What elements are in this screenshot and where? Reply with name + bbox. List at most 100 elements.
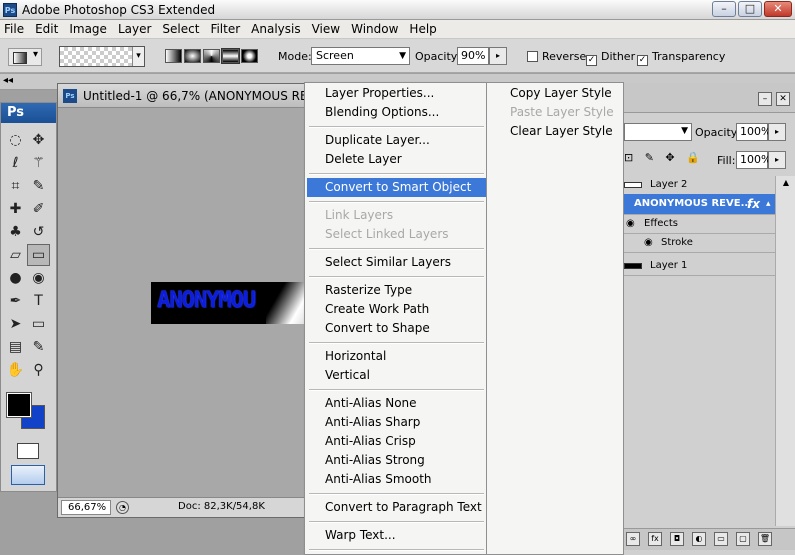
- menu-image[interactable]: Image: [65, 20, 114, 38]
- history-brush-icon[interactable]: ↺: [27, 221, 50, 243]
- menu-item-select-similar-layers[interactable]: Select Similar Layers: [307, 253, 486, 272]
- layers-scrollbar[interactable]: ▲: [775, 176, 795, 526]
- checkbox-box-checked[interactable]: ✓: [637, 55, 648, 66]
- menu-item-anti-alias-strong[interactable]: Anti-Alias Strong: [307, 451, 486, 470]
- layer-row-layer-1[interactable]: Layer 1: [621, 256, 775, 276]
- panel-close-icon[interactable]: ✕: [776, 92, 790, 106]
- menu-file[interactable]: File: [0, 20, 31, 38]
- menu-edit[interactable]: Edit: [31, 20, 65, 38]
- menu-item-anti-alias-crisp[interactable]: Anti-Alias Crisp: [307, 432, 486, 451]
- menu-item-delete-layer[interactable]: Delete Layer: [307, 150, 486, 169]
- diamond-gradient-button[interactable]: [241, 49, 258, 63]
- linear-gradient-button[interactable]: [165, 49, 182, 63]
- slice-tool-icon[interactable]: ✎: [27, 175, 50, 197]
- document-title-bar[interactable]: Ps Untitled-1 @ 66,7% (ANONYMOUS REVEN: [58, 84, 306, 108]
- foreground-color-swatch[interactable]: [6, 392, 32, 418]
- angle-gradient-button[interactable]: [203, 49, 220, 63]
- delete-layer-icon[interactable]: 🗑: [758, 532, 772, 546]
- add-mask-icon[interactable]: ◘: [670, 532, 684, 546]
- menu-item-horizontal[interactable]: Horizontal: [307, 347, 486, 366]
- marquee-tool-icon[interactable]: ◌: [4, 129, 27, 151]
- transparency-checkbox[interactable]: ✓ Transparency: [637, 50, 725, 66]
- menu-item-duplicate-layer[interactable]: Duplicate Layer...: [307, 131, 486, 150]
- reverse-checkbox[interactable]: Reverse: [527, 50, 586, 63]
- move-tool-icon[interactable]: ✥: [27, 129, 50, 151]
- menu-item-copy-layer-style[interactable]: Copy Layer Style: [489, 84, 622, 103]
- fill-field[interactable]: 100%: [736, 151, 771, 169]
- menu-filter[interactable]: Filter: [206, 20, 247, 38]
- layer-effects-row[interactable]: ◉ Effects: [621, 214, 775, 234]
- new-layer-icon[interactable]: ▢: [736, 532, 750, 546]
- brush-tool-icon[interactable]: ✐: [27, 198, 50, 220]
- healing-brush-icon[interactable]: ✚: [4, 198, 27, 220]
- menu-window[interactable]: Window: [347, 20, 405, 38]
- add-style-icon[interactable]: fx: [648, 532, 662, 546]
- eyedropper-icon[interactable]: ✎: [27, 336, 50, 358]
- menu-item-create-work-path[interactable]: Create Work Path: [307, 300, 486, 319]
- menu-item-blending-options[interactable]: Blending Options...: [307, 103, 486, 122]
- gradient-tool-icon[interactable]: ▭: [27, 244, 50, 266]
- panel-minimize-icon[interactable]: –: [758, 92, 772, 106]
- new-group-icon[interactable]: ▭: [714, 532, 728, 546]
- blend-mode-select[interactable]: ▼: [624, 123, 692, 141]
- layer-stroke-row[interactable]: ◉ Stroke: [621, 233, 775, 253]
- opacity-field[interactable]: 90%: [457, 47, 489, 65]
- expand-arrow-icon[interactable]: ▴: [766, 194, 771, 214]
- tool-preset-picker[interactable]: [8, 48, 42, 66]
- menu-item-anti-alias-none[interactable]: Anti-Alias None: [307, 394, 486, 413]
- hand-tool-icon[interactable]: ✋: [4, 359, 27, 381]
- scroll-up-icon[interactable]: ▲: [776, 176, 795, 190]
- menu-select[interactable]: Select: [158, 20, 206, 38]
- minimize-button[interactable]: –: [712, 1, 736, 17]
- close-button[interactable]: ✕: [764, 1, 792, 17]
- dither-checkbox[interactable]: ✓ Dither: [586, 50, 635, 66]
- reflected-gradient-button[interactable]: [221, 48, 240, 64]
- eye-icon[interactable]: ◉: [626, 214, 635, 234]
- blur-tool-icon[interactable]: ●: [4, 267, 27, 289]
- menu-view[interactable]: View: [308, 20, 347, 38]
- magic-wand-icon[interactable]: ⚚: [27, 152, 50, 174]
- menu-item-rasterize-type[interactable]: Rasterize Type: [307, 281, 486, 300]
- menu-layer[interactable]: Layer: [114, 20, 158, 38]
- zoom-field[interactable]: 66,67%: [61, 500, 111, 515]
- maximize-button[interactable]: □: [738, 1, 762, 17]
- fill-slider-button[interactable]: ▸: [768, 151, 786, 169]
- mode-select[interactable]: Screen ▼: [311, 47, 410, 65]
- radial-gradient-button[interactable]: [184, 49, 201, 63]
- menu-item-vertical[interactable]: Vertical: [307, 366, 486, 385]
- type-tool-icon[interactable]: T: [27, 290, 50, 312]
- menu-item-warp-text[interactable]: Warp Text...: [307, 526, 486, 545]
- dodge-tool-icon[interactable]: ◉: [27, 267, 50, 289]
- menu-item-clear-layer-style[interactable]: Clear Layer Style: [489, 122, 622, 141]
- menu-item-anti-alias-smooth[interactable]: Anti-Alias Smooth: [307, 470, 486, 489]
- layer-row-layer-2[interactable]: Layer 2: [621, 175, 775, 195]
- adjustment-layer-icon[interactable]: ◐: [692, 532, 706, 546]
- menu-item-convert-to-shape[interactable]: Convert to Shape: [307, 319, 486, 338]
- zoom-tool-icon[interactable]: ⚲: [27, 359, 50, 381]
- chevron-down-icon[interactable]: ▾: [132, 47, 144, 66]
- shape-tool-icon[interactable]: ▭: [27, 313, 50, 335]
- lasso-tool-icon[interactable]: ℓ: [4, 152, 27, 174]
- lock-icons[interactable]: ⊡ ✎ ✥ 🔒: [624, 151, 704, 164]
- menu-analysis[interactable]: Analysis: [247, 20, 307, 38]
- eraser-tool-icon[interactable]: ▱: [4, 244, 27, 266]
- layer-opacity-field[interactable]: 100%: [736, 123, 771, 141]
- link-layers-icon[interactable]: ∞: [626, 532, 640, 546]
- checkbox-box[interactable]: [527, 51, 538, 62]
- opacity-slider-button[interactable]: ▸: [489, 47, 507, 65]
- status-menu-icon[interactable]: ◔: [116, 501, 129, 514]
- notes-tool-icon[interactable]: ▤: [4, 336, 27, 358]
- clone-stamp-icon[interactable]: ♣: [4, 221, 27, 243]
- menu-help[interactable]: Help: [405, 20, 443, 38]
- checkbox-box-checked[interactable]: ✓: [586, 55, 597, 66]
- menu-item-layer-properties[interactable]: Layer Properties...: [307, 84, 486, 103]
- fx-icon[interactable]: fx: [747, 194, 760, 214]
- collapse-arrows-icon[interactable]: ◂◂: [3, 75, 13, 86]
- crop-tool-icon[interactable]: ⌗: [4, 175, 27, 197]
- menu-item-convert-smart-object[interactable]: Convert to Smart Object: [307, 178, 486, 197]
- menu-item-anti-alias-sharp[interactable]: Anti-Alias Sharp: [307, 413, 486, 432]
- gradient-picker[interactable]: ▾: [59, 46, 145, 67]
- quick-mask-button[interactable]: [17, 443, 39, 459]
- canvas-text-layer[interactable]: ANONYMOU: [151, 282, 306, 324]
- menu-item-convert-paragraph-text[interactable]: Convert to Paragraph Text: [307, 498, 486, 517]
